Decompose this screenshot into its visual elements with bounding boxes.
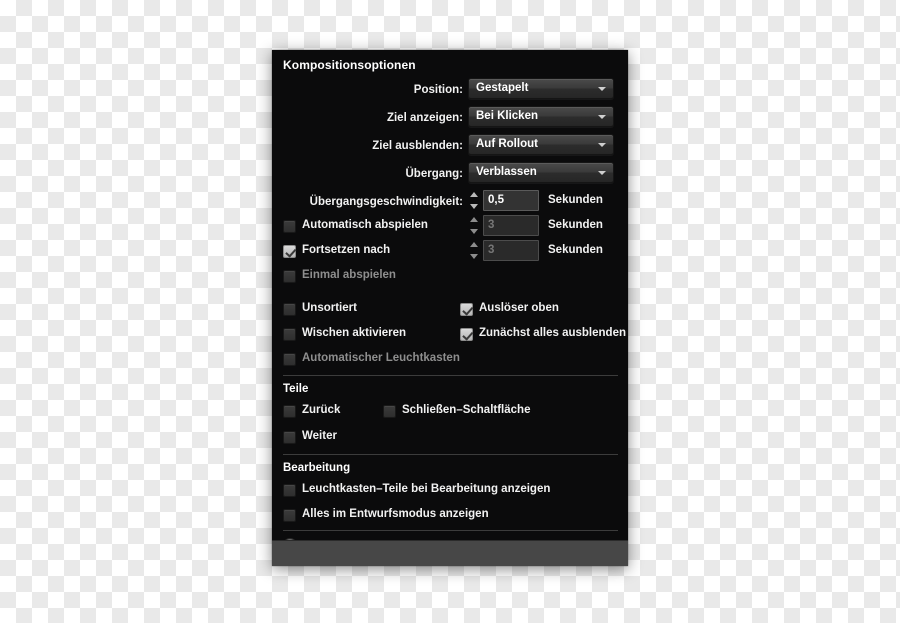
section-heading-parts: Teile — [283, 383, 309, 395]
checkbox-hide-all-initially-label: Zunächst alles ausblenden — [479, 327, 626, 339]
checkbox-part-back-label: Zurück — [302, 404, 341, 416]
checkbox-box[interactable] — [283, 303, 296, 316]
transition-speed-unit: Sekunden — [548, 194, 603, 206]
row-auto-play: Automatisch abspielen 3 Sekunden — [272, 215, 628, 243]
section-heading-editing: Bearbeitung — [283, 462, 351, 474]
hide-target-dropdown-value: Auf Rollout — [476, 138, 538, 150]
checkbox-box[interactable] — [283, 270, 296, 283]
stepper-down-icon[interactable] — [470, 204, 478, 209]
checkbox-unsorted-label: Unsortiert — [302, 302, 357, 314]
label-transition: Übergang: — [405, 168, 464, 180]
row-transition: Übergang: Verblassen — [272, 162, 628, 190]
show-target-dropdown-value: Bei Klicken — [476, 110, 538, 122]
resume-delay-input[interactable]: 3 — [483, 240, 539, 261]
transition-dropdown[interactable]: Verblassen — [468, 162, 614, 183]
row-hide-target: Ziel ausblenden: Auf Rollout — [272, 134, 628, 162]
divider-editing — [283, 454, 618, 455]
composition-options-panel: Kompositionsoptionen Position: Gestapelt… — [272, 50, 628, 566]
panel-body: Kompositionsoptionen Position: Gestapelt… — [272, 50, 628, 552]
checkbox-auto-lightbox-label: Automatischer Leuchtkasten — [302, 352, 460, 364]
checkbox-box[interactable] — [283, 405, 296, 418]
auto-play-delay-value: 3 — [488, 219, 495, 231]
row-transition-speed: Übergangsgeschwindigkeit: 0,5 Sekunden — [272, 190, 628, 218]
label-position: Position: — [413, 84, 463, 96]
chevron-down-icon — [598, 143, 606, 147]
checkbox-box[interactable] — [283, 245, 296, 258]
chevron-down-icon — [598, 87, 606, 91]
checkbox-enable-swipe-label: Wischen aktivieren — [302, 327, 407, 339]
checkbox-show-lightbox-parts-editing-label: Leuchtkasten–Teile bei Bearbeitung anzei… — [302, 483, 551, 495]
checkbox-box[interactable] — [283, 328, 296, 341]
label-hide-target: Ziel ausblenden: — [372, 140, 463, 152]
checkbox-box[interactable] — [283, 353, 296, 366]
checkbox-show-all-draft-mode-label: Alles im Entwurfsmodus anzeigen — [302, 508, 489, 520]
hide-target-dropdown[interactable]: Auf Rollout — [468, 134, 614, 155]
checkbox-auto-play-label: Automatisch abspielen — [302, 219, 428, 231]
resume-delay-value: 3 — [488, 244, 495, 256]
chevron-down-icon — [598, 171, 606, 175]
panel-footer-bar — [272, 540, 628, 566]
resume-delay-unit: Sekunden — [548, 244, 603, 256]
stepper-up-icon[interactable] — [470, 242, 478, 247]
auto-play-delay-unit: Sekunden — [548, 219, 603, 231]
auto-play-delay-stepper[interactable] — [468, 216, 481, 235]
checkbox-box[interactable] — [383, 405, 396, 418]
checkbox-box[interactable] — [283, 484, 296, 497]
chevron-down-icon — [598, 115, 606, 119]
transition-speed-input[interactable]: 0,5 — [483, 190, 539, 211]
row-show-target: Ziel anzeigen: Bei Klicken — [272, 106, 628, 134]
auto-play-delay-input[interactable]: 3 — [483, 215, 539, 236]
stepper-down-icon[interactable] — [470, 254, 478, 259]
checkbox-part-close-button-label: Schließen–Schaltfläche — [402, 404, 531, 416]
checkbox-box[interactable] — [283, 431, 296, 444]
stepper-down-icon[interactable] — [470, 229, 478, 234]
show-target-dropdown[interactable]: Bei Klicken — [468, 106, 614, 127]
checkbox-play-once-label: Einmal abspielen — [302, 269, 396, 281]
page-title: Kompositionsoptionen — [283, 58, 416, 72]
row-position: Position: Gestapelt — [272, 78, 628, 106]
checkbox-resume-after-label: Fortsetzen nach — [302, 244, 391, 256]
stepper-up-icon[interactable] — [470, 217, 478, 222]
checkbox-trigger-on-top-label: Auslöser oben — [479, 302, 559, 314]
checkbox-box[interactable] — [460, 303, 473, 316]
label-show-target: Ziel anzeigen: — [386, 112, 463, 124]
label-transition-speed: Übergangsgeschwindigkeit: — [309, 196, 463, 208]
divider-parts — [283, 375, 618, 376]
transition-dropdown-value: Verblassen — [476, 166, 537, 178]
checkbox-part-next-label: Weiter — [302, 430, 337, 442]
position-dropdown-value: Gestapelt — [476, 82, 529, 94]
checkbox-box[interactable] — [283, 509, 296, 522]
checkbox-box[interactable] — [283, 220, 296, 233]
divider-footer — [283, 530, 618, 531]
stepper-up-icon[interactable] — [470, 192, 478, 197]
position-dropdown[interactable]: Gestapelt — [468, 78, 614, 99]
transition-speed-value: 0,5 — [488, 194, 504, 206]
checkbox-box[interactable] — [460, 328, 473, 341]
resume-delay-stepper[interactable] — [468, 241, 481, 260]
transition-speed-stepper[interactable] — [468, 191, 481, 210]
row-resume-after: Fortsetzen nach 3 Sekunden — [272, 240, 628, 268]
